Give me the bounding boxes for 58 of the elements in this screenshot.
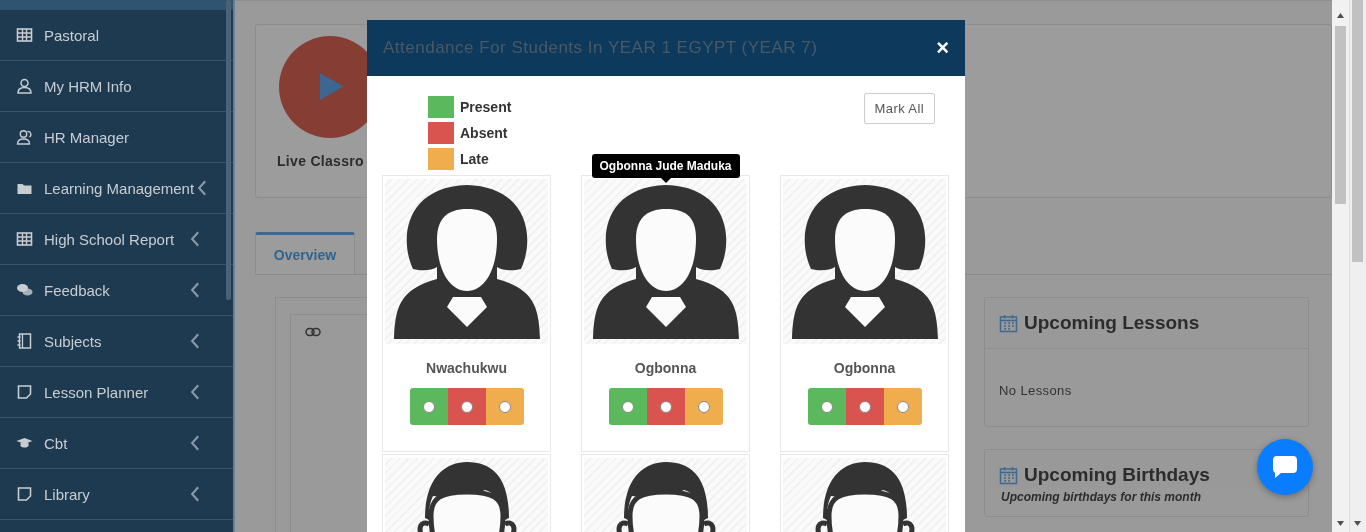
close-button[interactable]: ×: [936, 35, 949, 61]
scrollbar[interactable]: [1332, 0, 1349, 532]
sidebar-item[interactable]: Library: [0, 469, 233, 520]
dialog-title: Attendance For Students In YEAR 1 EGYPT (YEAR 7): [383, 38, 818, 58]
table-icon: [16, 27, 33, 43]
scrollbar[interactable]: [226, 0, 231, 300]
radio-button[interactable]: [659, 400, 672, 413]
student-name: Ogbonna: [833, 360, 896, 376]
calendar-icon: [999, 313, 1018, 333]
legend-label: Absent: [460, 125, 508, 141]
legend-label: Present: [460, 99, 512, 115]
card-title: Upcoming Birthdays: [1024, 464, 1210, 486]
user-icon: [16, 78, 33, 94]
attendance-option[interactable]: [447, 388, 486, 425]
users-icon: [16, 129, 33, 145]
note-icon: [16, 384, 33, 400]
empty-message: No Lessons: [998, 382, 1073, 400]
sidebar-item[interactable]: Subjects: [0, 316, 233, 367]
attendance-option[interactable]: [684, 388, 723, 425]
mark-all-button[interactable]: Mark All: [863, 93, 935, 124]
card-title: Upcoming Lessons: [1024, 312, 1200, 334]
graduation-cap-icon: [16, 435, 33, 451]
radio-button[interactable]: [697, 400, 710, 413]
chat-icon: [16, 282, 33, 298]
radio-button[interactable]: [621, 400, 634, 413]
tooltip: Ogbonna Jude Maduka: [591, 154, 740, 183]
scrollbar-thumb[interactable]: [1352, 0, 1364, 262]
radio-button[interactable]: [896, 400, 909, 413]
radio-button[interactable]: [460, 400, 473, 413]
table-icon: [16, 231, 33, 247]
calendar-icon: [999, 465, 1018, 485]
attendance-option[interactable]: [608, 388, 647, 425]
sidebar-item[interactable]: Lesson Planner: [0, 367, 233, 418]
arrow-up-icon[interactable]: [1336, 13, 1344, 18]
live-classroom-label: Live Classro: [277, 153, 364, 169]
attendance-option[interactable]: [409, 388, 448, 425]
scrollbar-thumb[interactable]: [1334, 26, 1346, 204]
arrow-down-icon[interactable]: [1336, 521, 1344, 526]
arrow-down-icon[interactable]: [1354, 521, 1362, 526]
attendance-option[interactable]: [807, 388, 846, 425]
link-icon[interactable]: [305, 327, 321, 337]
chat-icon: [1271, 454, 1299, 480]
card-subtitle: Upcoming birthdays for this month: [1000, 489, 1202, 506]
radio-button[interactable]: [498, 400, 511, 413]
attendance-option[interactable]: [485, 388, 524, 425]
radio-button[interactable]: [422, 400, 435, 413]
radio-button[interactable]: [858, 400, 871, 413]
student-name: Ogbonna: [634, 360, 697, 376]
note-icon: [16, 486, 33, 502]
chat-button[interactable]: [1257, 439, 1313, 495]
attendance-option[interactable]: [883, 388, 922, 425]
student-name: Nwachukwu: [426, 360, 507, 376]
attendance-option[interactable]: [845, 388, 884, 425]
legend-label: Late: [460, 151, 489, 167]
sidebar-item[interactable]: Cbt: [0, 418, 233, 469]
radio-button[interactable]: [820, 400, 833, 413]
notebook-icon: [16, 333, 33, 349]
attendance-option[interactable]: [646, 388, 685, 425]
